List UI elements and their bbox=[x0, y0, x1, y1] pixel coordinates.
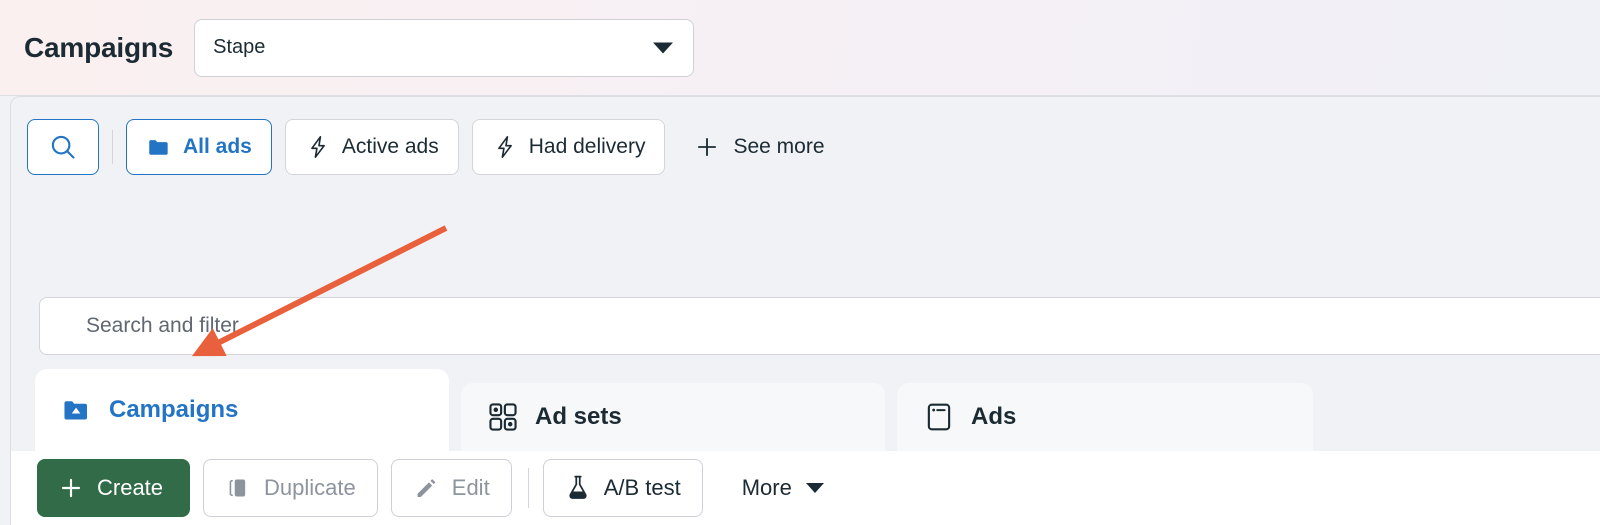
plus-icon bbox=[61, 478, 81, 498]
filter-chip-label: All ads bbox=[183, 135, 252, 158]
search-and-filter-input[interactable]: Search and filter bbox=[39, 297, 1600, 355]
account-selector[interactable]: Stape bbox=[194, 18, 695, 77]
folder-icon bbox=[149, 140, 168, 155]
bolt-icon bbox=[497, 136, 512, 158]
tab-label: Campaigns bbox=[109, 396, 239, 423]
see-more-label: See more bbox=[733, 135, 825, 158]
campaign-folder-icon bbox=[64, 401, 87, 420]
filter-bar: All ads Active ads Had delivery See more bbox=[27, 119, 835, 175]
page-body: All ads Active ads Had delivery See more… bbox=[0, 96, 1600, 525]
filter-divider bbox=[112, 130, 113, 164]
ab-test-label: A/B test bbox=[603, 475, 681, 500]
ab-test-button[interactable]: A/B test bbox=[542, 459, 703, 517]
tab-campaigns[interactable]: Campaigns bbox=[35, 369, 449, 451]
chevron-down-icon bbox=[805, 483, 824, 493]
filter-chip-had-delivery[interactable]: Had delivery bbox=[471, 119, 666, 175]
toolbar-divider bbox=[527, 468, 529, 508]
tab-ads[interactable]: Ads bbox=[897, 383, 1313, 451]
create-button[interactable]: Create bbox=[37, 459, 191, 517]
pencil-icon bbox=[417, 479, 436, 497]
grid-four-icon bbox=[489, 403, 517, 431]
flask-icon bbox=[569, 475, 587, 499]
tab-label: Ad sets bbox=[535, 403, 622, 430]
duplicate-button[interactable]: Duplicate bbox=[203, 459, 378, 517]
plus-icon bbox=[698, 137, 717, 157]
tab-label: Ads bbox=[971, 403, 1017, 430]
more-label: More bbox=[741, 475, 792, 500]
copy-icon bbox=[229, 479, 246, 497]
account-name: Stape bbox=[213, 36, 266, 58]
tab-ad-sets[interactable]: Ad sets bbox=[461, 383, 885, 451]
search-placeholder: Search and filter bbox=[86, 314, 239, 337]
create-label: Create bbox=[97, 475, 164, 500]
action-toolbar-bar: Create Duplicate Edit A/B test More bbox=[11, 451, 1600, 525]
filter-chip-active-ads[interactable]: Active ads bbox=[284, 119, 459, 175]
search-toggle-button[interactable] bbox=[27, 119, 99, 175]
page-header: Campaigns Stape bbox=[0, 0, 1600, 96]
see-more-filters-button[interactable]: See more bbox=[684, 119, 834, 175]
filter-chip-all-ads[interactable]: All ads bbox=[126, 119, 272, 175]
edit-button[interactable]: Edit bbox=[390, 459, 512, 517]
filter-chip-label: Had delivery bbox=[528, 135, 646, 158]
more-actions-button[interactable]: More bbox=[728, 459, 838, 517]
object-tabs: Campaigns Ad sets Ads bbox=[35, 369, 1600, 451]
app-root: Campaigns Stape All ads Active ads Had d… bbox=[0, 0, 1600, 525]
filter-chip-label: Active ads bbox=[341, 135, 439, 158]
edit-label: Edit bbox=[451, 475, 490, 500]
duplicate-label: Duplicate bbox=[264, 475, 356, 500]
ad-card-icon bbox=[927, 403, 951, 431]
chevron-down-icon bbox=[653, 42, 674, 53]
content-panel: All ads Active ads Had delivery See more… bbox=[10, 96, 1600, 525]
action-toolbar: Create Duplicate Edit A/B test More bbox=[37, 459, 838, 517]
page-title: Campaigns bbox=[24, 31, 174, 63]
bolt-icon bbox=[310, 136, 325, 158]
search-icon bbox=[51, 135, 75, 159]
